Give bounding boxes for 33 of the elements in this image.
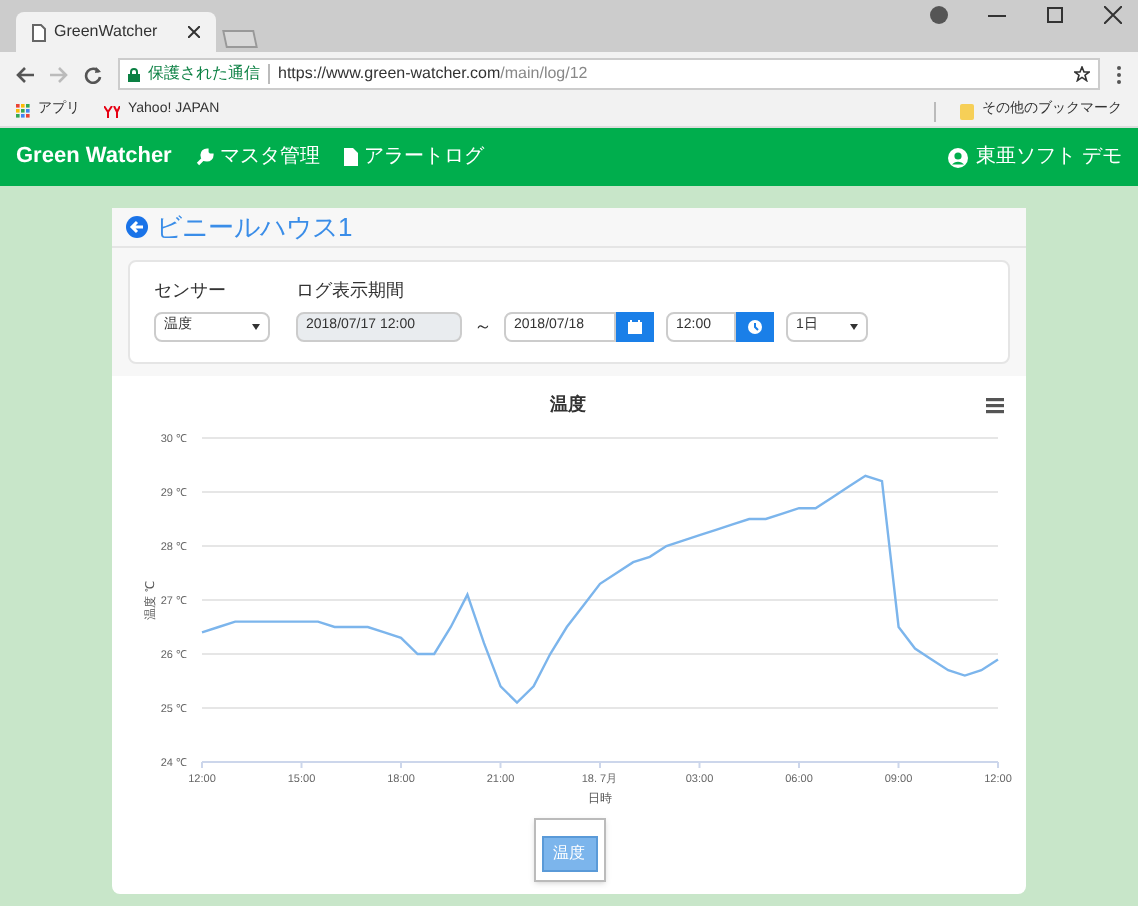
user-icon — [948, 147, 969, 167]
close-window-icon[interactable] — [1104, 6, 1122, 24]
page-title: ビニールハウス1 — [156, 209, 353, 246]
address-bar[interactable]: 保護された通信 https://www.green-watcher.com/main/log/12 — [118, 58, 1100, 90]
calendar-icon — [628, 320, 642, 334]
reload-icon[interactable] — [84, 65, 102, 83]
dropdown-arrow-icon — [850, 324, 858, 330]
more-icon[interactable] — [1116, 65, 1122, 83]
dropdown-arrow-icon — [252, 324, 260, 330]
wrench-icon — [195, 148, 214, 166]
sensor-label: センサー — [154, 277, 228, 303]
secure-label: 保護された通信 — [148, 62, 260, 86]
folder-icon — [960, 103, 974, 119]
profile-icon[interactable] — [930, 6, 948, 24]
chart-title: 温度 — [550, 394, 586, 414]
period-label: ログ表示期間 — [296, 277, 406, 303]
star-icon[interactable] — [1074, 66, 1090, 82]
page-icon — [32, 23, 46, 41]
file-icon — [343, 148, 358, 166]
menu-icon[interactable] — [986, 398, 1004, 414]
back-icon[interactable] — [16, 65, 34, 83]
yahoo-logo-icon — [104, 105, 120, 117]
close-icon[interactable] — [188, 26, 200, 38]
calendar-button[interactable] — [616, 312, 654, 342]
browser-tab[interactable]: GreenWatcher — [16, 12, 216, 52]
clock-button[interactable] — [736, 312, 774, 342]
url-text: https://www.green-watcher.com/main/log/12 — [278, 62, 590, 86]
apps-grid-icon — [16, 104, 30, 118]
range-separator: ～ — [474, 313, 492, 340]
maximize-icon[interactable] — [1046, 6, 1064, 24]
clock-icon — [748, 320, 762, 334]
lock-icon — [128, 67, 140, 81]
back-circle-icon[interactable] — [126, 216, 148, 238]
